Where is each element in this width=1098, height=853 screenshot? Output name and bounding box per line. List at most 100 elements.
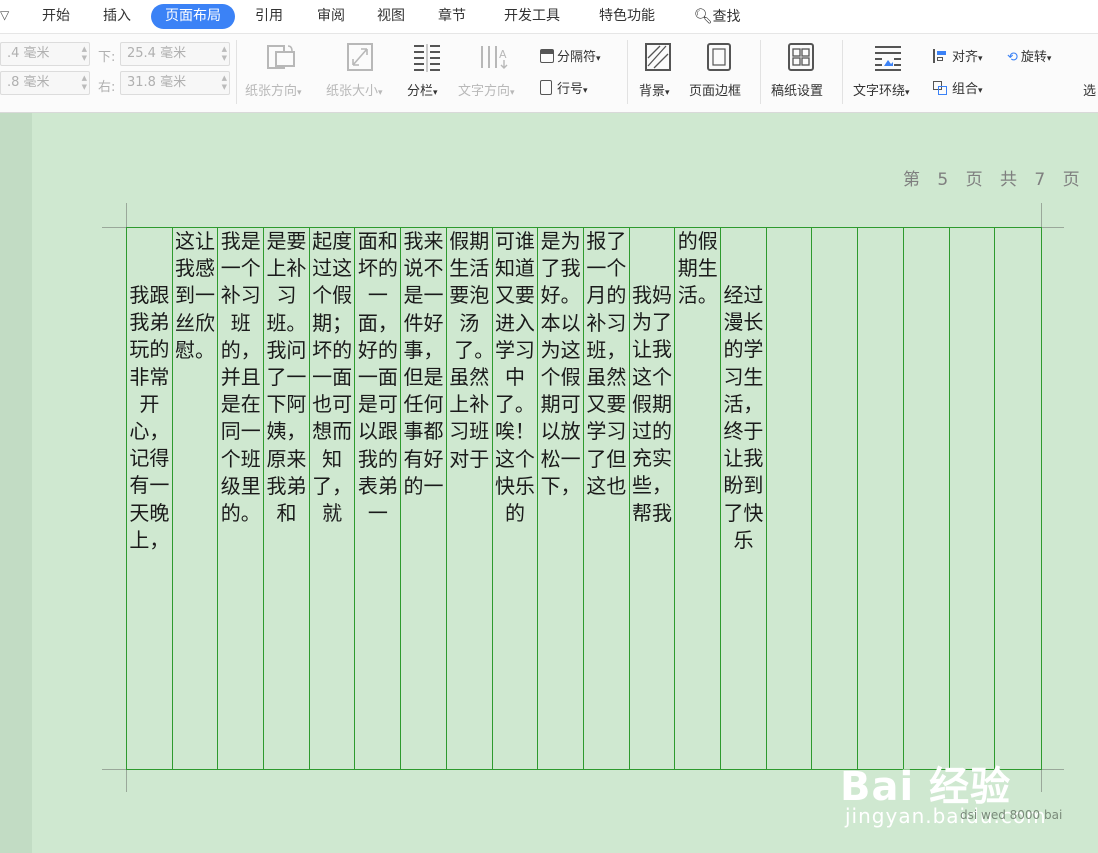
svg-text:A: A	[499, 48, 507, 61]
column-text: 这让我感到一丝欣慰。	[175, 229, 216, 362]
separator-icon	[540, 49, 554, 63]
align-button[interactable]: 对齐▾	[933, 46, 983, 65]
select-button[interactable]: 选	[1083, 80, 1096, 99]
manuscript-grid[interactable]: 我跟我弟玩的非常开心，记得有一天晚上， 这让我感到一丝欣慰。 我是一个补习班的，并且…	[126, 227, 1042, 770]
find-button[interactable]: 🔍︎查找	[686, 4, 748, 29]
column-text: 报了一个月的补习班，虽然又要学习了但这也	[586, 229, 627, 498]
spinner-icon[interactable]: ▲ ▼	[82, 74, 87, 92]
background-icon	[644, 42, 672, 76]
grid-column[interactable]	[950, 228, 996, 769]
find-label: 查找	[712, 9, 741, 25]
manuscript-icon	[787, 42, 815, 76]
text-wrap-icon	[873, 44, 903, 76]
background-button[interactable]: 背景▾	[639, 80, 670, 99]
text-wrap-label: 文字环绕	[853, 84, 906, 99]
grid-column[interactable]: 经过漫长的学习生活，终于让我盼到了快乐	[721, 228, 767, 769]
column-text: 我跟我弟玩的非常开心，记得有一天晚上，	[129, 283, 170, 552]
tab-page-layout[interactable]: 页面布局	[151, 4, 235, 29]
grid-column[interactable]	[767, 228, 813, 769]
tab-start[interactable]: 开始	[30, 4, 82, 29]
grid-column[interactable]: 是要上补习班。我问了一下阿姨，原来我弟和	[264, 228, 310, 769]
line-number-button[interactable]: 行号▾	[540, 78, 588, 97]
grid-column[interactable]: 可谁知道又要进入学习中了。唉！这个快乐的	[493, 228, 539, 769]
grid-column[interactable]: 是为了我好。本以为这个假期可以放松一下，	[538, 228, 584, 769]
grid-column[interactable]: 假期生活要泡汤了。 虽然上补习班对于	[447, 228, 525, 769]
column-text: 是为了我好。本以为这个假期可以放松一下，	[540, 229, 581, 498]
tab-developer[interactable]: 开发工具	[491, 4, 573, 29]
column-text: 我来说不是一件好事，但是任何事都有好的一	[403, 229, 444, 498]
manuscript-settings-button[interactable]: 稿纸设置	[771, 80, 823, 99]
text-direction-button[interactable]: 文字方向▾	[458, 80, 515, 99]
column-text: 假期生活要泡汤了。 虽然上补习班对于	[449, 229, 525, 471]
grid-column[interactable]	[995, 228, 1041, 769]
columns-label: 分栏	[407, 84, 434, 99]
tab-view[interactable]: 视图	[365, 4, 417, 29]
paper-orientation-label: 纸张方向	[245, 84, 298, 99]
page-header: 第 5 页 共 7 页	[903, 170, 1086, 190]
paper-size-button[interactable]: 纸张大小▾	[326, 80, 383, 99]
tab-section[interactable]: 章节	[426, 4, 478, 29]
grid-column[interactable]	[813, 228, 859, 769]
grid-column[interactable]	[858, 228, 904, 769]
paper-size-label: 纸张大小	[326, 84, 379, 99]
column-text: 经过漫长的学习生活，终于让我盼到了快乐	[723, 283, 764, 552]
right-margin-label: 右:	[98, 80, 116, 95]
group-label: 组合	[952, 82, 979, 97]
crop-mark	[102, 769, 126, 770]
column-text: 我妈为了让我这个假期过的充实些，帮我	[632, 283, 673, 525]
grid-column[interactable]: 我是一个补习班的，并且是在同一个班级里的。	[218, 228, 265, 769]
separator-label: 分隔符	[557, 50, 597, 65]
spinner-icon[interactable]: ▲ ▼	[82, 45, 87, 63]
grid-column[interactable]: 的假期生活。	[675, 228, 722, 769]
top-margin-field[interactable]: .4 毫米 ▲ ▼	[0, 42, 90, 66]
divider	[236, 40, 237, 104]
rotate-button[interactable]: ⟲ 旋转▾	[1007, 46, 1051, 65]
tab-references[interactable]: 引用	[243, 4, 295, 29]
grid-column[interactable]: 面和坏的一面，好的一面是可以跟我的表弟一	[356, 228, 402, 769]
line-number-label: 行号	[557, 82, 584, 97]
column-text: 可谁知道又要进入学习中了。唉！这个快乐的	[494, 229, 535, 526]
right-margin-field[interactable]: 31.8 毫米 ▲ ▼	[120, 71, 230, 95]
paper-orientation-button[interactable]: 纸张方向▾	[245, 80, 302, 99]
column-text: 是要上补习班。我问了一下阿姨，原来我弟和	[266, 229, 307, 526]
text-wrap-button[interactable]: 文字环绕▾	[853, 80, 910, 99]
crop-mark	[126, 770, 127, 792]
bottom-margin-value: 25.4 毫米	[127, 46, 187, 61]
group-button[interactable]: 组合▾	[933, 78, 983, 97]
background-label: 背景	[639, 84, 666, 99]
rotate-label: 旋转	[1020, 50, 1047, 65]
paper-size-icon	[345, 42, 375, 76]
separator-button[interactable]: 分隔符▾	[540, 46, 601, 65]
grid-column[interactable]	[904, 228, 950, 769]
left-margin-field[interactable]: .8 毫米 ▲ ▼	[0, 71, 90, 95]
column-text: 我是一个补习班的，并且是在同一个班级里的。	[220, 229, 261, 526]
crop-mark	[1042, 227, 1064, 228]
page-border-icon	[706, 42, 732, 76]
align-icon	[933, 49, 947, 63]
grid-column[interactable]: 这让我感到一丝欣慰。	[173, 228, 219, 769]
baidu-watermark: Bai 经验 jingyan.baidu.com dsi wed 8000 ba…	[840, 740, 1090, 840]
tab-review[interactable]: 审阅	[305, 4, 357, 29]
chevron-down-icon[interactable]: ▽	[0, 8, 9, 22]
bottom-margin-field[interactable]: 25.4 毫米 ▲ ▼	[120, 42, 230, 66]
spinner-icon[interactable]: ▲ ▼	[222, 74, 227, 92]
group-icon	[933, 81, 947, 95]
tab-special[interactable]: 特色功能	[586, 4, 668, 29]
grid-column[interactable]: 我来说不是一件好事，但是任何事都有好的一	[401, 228, 447, 769]
grid-column[interactable]: 起度过这个假期；坏的一面也可想而知了，就	[310, 228, 356, 769]
spinner-icon[interactable]: ▲ ▼	[222, 45, 227, 63]
column-text: 起度过这个假期；坏的一面也可想而知了，就	[312, 229, 353, 526]
grid-column[interactable]: 我跟我弟玩的非常开心，记得有一天晚上，	[127, 228, 173, 769]
columns-icon	[411, 42, 443, 76]
top-margin-value: .4 毫米	[7, 46, 50, 61]
columns-button[interactable]: 分栏▾	[407, 80, 438, 99]
bottom-margin-label: 下:	[98, 50, 116, 65]
search-icon: 🔍︎	[693, 7, 713, 25]
page-border-button[interactable]: 页面边框	[689, 80, 741, 99]
grid-column[interactable]: 我妈为了让我这个假期过的充实些，帮我	[630, 228, 676, 769]
right-margin-value: 31.8 毫米	[127, 75, 187, 90]
grid-column[interactable]: 报了一个月的补习班，虽然又要学习了但这也	[584, 228, 630, 769]
rotate-icon: ⟲	[1007, 50, 1018, 65]
tab-insert[interactable]: 插入	[91, 4, 143, 29]
align-label: 对齐	[952, 50, 979, 65]
